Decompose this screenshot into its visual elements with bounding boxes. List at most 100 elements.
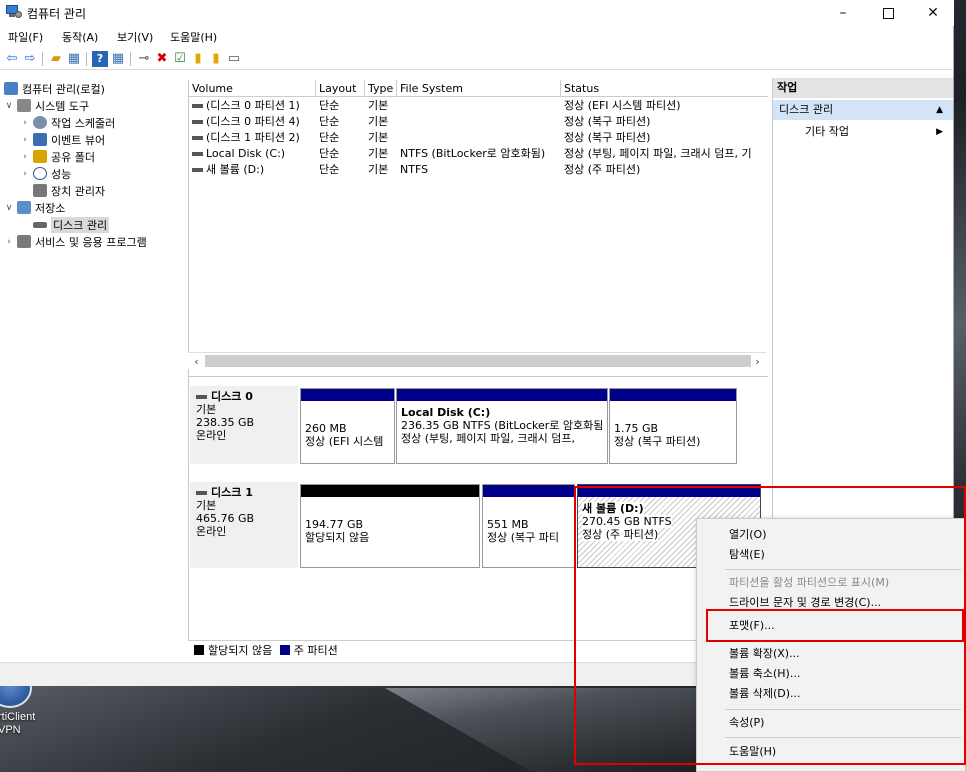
tree-item-services-apps[interactable]: › 서비스 및 응용 프로그램 — [4, 233, 147, 250]
show-hide-tree-icon[interactable]: ▦ — [66, 51, 82, 67]
tree-item-disk-management[interactable]: 디스크 관리 — [33, 216, 110, 233]
volume-name: Local Disk (C:) — [206, 147, 286, 160]
chevron-down-icon[interactable]: ∨ — [4, 203, 14, 213]
toolbar-separator — [42, 52, 43, 66]
disk-1-state: 온라인 — [196, 525, 227, 538]
tree-item-root[interactable]: 컴퓨터 관리(로컬) — [4, 80, 105, 97]
forticlient-label-line2: VPN — [0, 724, 21, 736]
partition-status: 정상 (복구 파티 — [487, 531, 560, 544]
chevron-right-icon[interactable]: › — [20, 118, 30, 128]
disk-0-partition-efi[interactable]: 260 MB 정상 (EFI 시스템 — [300, 388, 395, 464]
type-cell: 기본 — [368, 163, 389, 176]
legend-primary-label: 주 파티션 — [293, 644, 338, 657]
partition-size: 194.77 GB — [305, 518, 364, 531]
properties-icon[interactable]: ▦ — [110, 51, 126, 67]
disk-icon — [196, 491, 207, 495]
maximize-icon — [882, 7, 894, 19]
status-cell: 정상 (복구 파티션) — [564, 115, 651, 128]
disk-0-label[interactable]: 디스크 0 기본 238.35 GB 온라인 — [190, 386, 298, 464]
chevron-down-icon[interactable]: ∨ — [4, 101, 14, 111]
forticlient-vpn-label: rtiClient VPN — [0, 711, 35, 737]
actions-header: 작업 — [773, 78, 953, 98]
filesystem-cell: NTFS (BitLocker로 암호화됨) — [400, 147, 546, 160]
actions-more[interactable]: 기타 작업 ▶ — [805, 122, 953, 142]
legend-unallocated-label: 할당되지 않음 — [208, 644, 273, 657]
tree-item-device-manager[interactable]: 장치 관리자 — [33, 182, 105, 199]
chevron-right-icon[interactable]: › — [20, 152, 30, 162]
back-arrow-icon[interactable]: ⇦ — [4, 51, 20, 67]
tree-label-event-viewer: 이벤트 뷰어 — [51, 133, 106, 147]
title-bar[interactable]: 컴퓨터 관리 – ✕ — [0, 0, 954, 26]
drive-icon — [192, 104, 203, 108]
drive-icon — [192, 152, 203, 156]
partition-stripe — [610, 389, 736, 401]
tree-item-storage[interactable]: ∨ 저장소 — [4, 199, 65, 216]
disk-0-partition-c[interactable]: Local Disk (C:) 236.35 GB NTFS (BitLocke… — [396, 388, 608, 464]
chevron-right-icon[interactable]: › — [4, 237, 14, 247]
search-folder-icon[interactable]: ▮ — [208, 51, 224, 67]
disk-list-icon[interactable]: ▭ — [226, 51, 242, 67]
volume-name: 새 볼륨 (D:) — [206, 163, 265, 176]
tree-item-event-viewer[interactable]: › 이벤트 뷰어 — [20, 131, 105, 148]
column-status[interactable]: Status — [561, 80, 768, 97]
volume-name: (디스크 0 파티션 4) — [206, 115, 300, 128]
help-icon[interactable]: ? — [92, 51, 108, 67]
performance-icon — [33, 167, 47, 180]
tree-label-device-manager: 장치 관리자 — [51, 184, 106, 198]
scroll-thumb[interactable] — [205, 355, 751, 367]
folder-icon[interactable]: ▮ — [190, 51, 206, 67]
menu-help[interactable]: 도움말(H) — [170, 29, 217, 45]
volume-cell: (디스크 0 파티션 4) — [189, 114, 316, 130]
connect-icon[interactable]: ⊸ — [136, 51, 152, 67]
volume-cell: 새 볼륨 (D:) — [189, 162, 316, 178]
actions-section-disk-management[interactable]: 디스크 관리 ▲ — [773, 100, 953, 120]
close-button[interactable]: ✕ — [910, 0, 956, 26]
disk-1-partition-unallocated[interactable]: 194.77 GB 할당되지 않음 — [300, 484, 480, 568]
chevron-right-icon[interactable]: › — [20, 169, 30, 179]
maximize-button[interactable] — [865, 0, 911, 26]
partition-size: 551 MB — [487, 518, 529, 531]
drive-icon — [192, 136, 203, 140]
drive-icon — [192, 120, 203, 124]
collapse-up-icon[interactable]: ▲ — [936, 100, 943, 120]
table-row[interactable]: Local Disk (C:) 단순 기본 NTFS (BitLocker로 암… — [189, 146, 768, 162]
partition-status: 정상 (부팅, 페이지 파일, 크래시 덤프, — [401, 432, 575, 445]
partition-size: 260 MB — [305, 422, 347, 435]
status-cell: 정상 (부팅, 페이지 파일, 크래시 덤프, 기 — [564, 147, 752, 160]
column-volume[interactable]: Volume — [189, 80, 316, 97]
scroll-right-icon[interactable]: › — [749, 353, 766, 370]
minimize-button[interactable]: – — [820, 0, 866, 26]
layout-cell: 단순 — [319, 115, 340, 128]
legend-primary-swatch — [279, 645, 290, 655]
delete-icon[interactable]: ✖ — [154, 51, 170, 67]
column-type[interactable]: Type — [365, 80, 397, 97]
disk-1-partition-recovery[interactable]: 551 MB 정상 (복구 파티 — [482, 484, 575, 568]
table-row[interactable]: 새 볼륨 (D:) 단순 기본 NTFS 정상 (주 파티션) — [189, 162, 768, 178]
tree-item-shared-folders[interactable]: › 공유 폴더 — [20, 148, 95, 165]
horizontal-scrollbar[interactable]: ‹ › — [188, 352, 766, 369]
menu-action[interactable]: 동작(A) — [62, 29, 98, 45]
up-folder-icon[interactable]: ▰ — [48, 51, 64, 67]
menu-file[interactable]: 파일(F) — [8, 29, 43, 45]
tree-item-system-tools[interactable]: ∨ 시스템 도구 — [4, 97, 89, 114]
partition-stripe — [301, 389, 394, 401]
scroll-left-icon[interactable]: ‹ — [188, 353, 205, 370]
clock-icon — [33, 116, 47, 129]
disk-1-label[interactable]: 디스크 1 기본 465.76 GB 온라인 — [190, 482, 298, 568]
column-layout[interactable]: Layout — [316, 80, 365, 97]
table-row[interactable]: (디스크 1 파티션 2) 단순 기본 정상 (복구 파티션) — [189, 130, 768, 146]
disk-0-partition-recovery[interactable]: 1.75 GB 정상 (복구 파티션) — [609, 388, 737, 464]
check-icon[interactable]: ☑ — [172, 51, 188, 67]
layout-cell: 단순 — [319, 147, 340, 160]
column-file-system[interactable]: File System — [397, 80, 561, 97]
tree-item-task-scheduler[interactable]: › 작업 스케줄러 — [20, 114, 115, 131]
tree-label-shared-folders: 공유 폴더 — [51, 150, 95, 164]
disk-1-name: 디스크 1 — [211, 486, 253, 499]
table-row[interactable]: (디스크 0 파티션 1) 단순 기본 정상 (EFI 시스템 파티션) — [189, 98, 768, 114]
tree-item-performance[interactable]: › 성능 — [20, 165, 71, 182]
table-row[interactable]: (디스크 0 파티션 4) 단순 기본 정상 (복구 파티션) — [189, 114, 768, 130]
partition-size: 1.75 GB — [614, 422, 659, 435]
chevron-right-icon[interactable]: › — [20, 135, 30, 145]
forward-arrow-icon[interactable]: ⇨ — [22, 51, 38, 67]
menu-view[interactable]: 보기(V) — [117, 29, 153, 45]
